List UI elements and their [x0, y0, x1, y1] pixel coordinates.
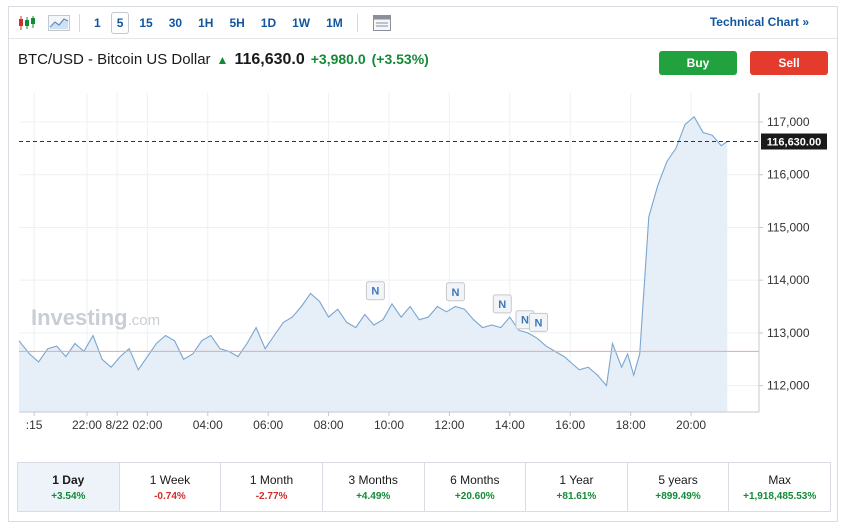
range-label: 3 Months — [348, 472, 398, 487]
timeframe-1w[interactable]: 1W — [286, 12, 316, 34]
x-tick-label: :15 — [26, 418, 43, 432]
timeframe-1m[interactable]: 1 — [88, 12, 107, 34]
range-6-months[interactable]: 6 Months +20.60% — [425, 463, 527, 511]
range-label: 6 Months — [450, 472, 500, 487]
news-marker: N — [365, 281, 385, 301]
range-1-day[interactable]: 1 Day +3.54% — [18, 463, 120, 511]
range-label: 1 Week — [149, 472, 191, 487]
range-1-month[interactable]: 1 Month -2.77% — [221, 463, 323, 511]
range-change: +4.49% — [356, 490, 391, 502]
range-label: Max — [768, 472, 792, 487]
x-tick-label: 18:00 — [616, 418, 646, 432]
x-tick-label: 14:00 — [495, 418, 525, 432]
candlestick-chart-icon[interactable] — [13, 11, 41, 35]
watermark: Investing.com — [31, 305, 160, 330]
chart-widget: 1 5 15 30 1H 5H 1D 1W 1M Technical Chart… — [8, 6, 838, 522]
news-marker: N — [529, 312, 549, 332]
price-chart-svg[interactable]: Investing.com N NNN N 116,630.00112,000113… — [9, 85, 837, 445]
news-marker-label: N — [371, 286, 379, 298]
range-3-months[interactable]: 3 Months +4.49% — [323, 463, 425, 511]
range-change: +20.60% — [454, 490, 495, 502]
range-change: -0.74% — [154, 490, 186, 502]
timeframe-1mo[interactable]: 1M — [320, 12, 349, 34]
range-max[interactable]: Max +1,918,485.53% — [729, 463, 830, 511]
price-change: +3,980.0 — [310, 51, 366, 67]
area-chart-icon[interactable] — [45, 11, 73, 35]
quote-title: BTC/USD - Bitcoin US Dollar ▲ 116,630.0 … — [18, 51, 429, 69]
x-tick-label: 12:00 — [434, 418, 464, 432]
range-change: -2.77% — [255, 490, 288, 502]
y-tick-label: 112,000 — [767, 379, 810, 393]
x-tick-label: 04:00 — [193, 418, 223, 432]
range-label: 5 years — [658, 472, 698, 487]
timeframe-1d[interactable]: 1D — [255, 12, 282, 34]
watermark-suffix: .com — [128, 312, 161, 329]
current-price-label: 116,630.00 — [767, 137, 821, 149]
sell-button[interactable]: Sell — [750, 51, 828, 75]
x-tick-label: 22:00 — [72, 418, 102, 432]
toolbar-divider — [79, 13, 80, 32]
timeframe-1h[interactable]: 1H — [192, 12, 219, 34]
price-chart[interactable]: Investing.com NNNNN 116,630.00 112,000 113… — [9, 85, 837, 445]
timeframe-5h[interactable]: 5H — [223, 12, 250, 34]
y-tick-label: 115,000 — [767, 220, 810, 234]
range-change: +899.49% — [655, 490, 701, 502]
range-change: +81.61% — [556, 490, 597, 502]
range-label: 1 Day — [52, 472, 85, 487]
last-price: 116,630.0 — [234, 51, 305, 68]
price-change-percent: (+3.53%) — [371, 51, 429, 67]
watermark-brand: Investing — [31, 305, 128, 330]
quote-header: BTC/USD - Bitcoin US Dollar ▲ 116,630.0 … — [9, 40, 837, 84]
range-change: +1,918,485.53% — [743, 490, 817, 502]
y-tick-label: 116,000 — [767, 168, 810, 182]
price-area-fill — [19, 116, 728, 412]
range-selector: 1 Day +3.54% 1 Week -0.74% 1 Month -2.77… — [17, 462, 831, 512]
toolbar-divider — [356, 13, 358, 32]
technical-chart-link[interactable]: Technical Chart » — [710, 15, 809, 29]
range-1-week[interactable]: 1 Week -0.74% — [120, 463, 222, 511]
range-label: 1 Month — [249, 472, 294, 487]
y-tick-label: 113,000 — [767, 326, 810, 340]
news-marker: N — [445, 282, 465, 302]
x-tick-label: 08:00 — [314, 418, 344, 432]
y-tick-label: 117,000 — [767, 115, 810, 129]
news-marker: N — [492, 294, 512, 314]
x-tick-label: 16:00 — [555, 418, 585, 432]
timeframe-30m[interactable]: 30 — [163, 12, 188, 34]
instrument-name: BTC/USD - Bitcoin US Dollar — [18, 51, 211, 68]
timeframe-5m[interactable]: 5 — [110, 11, 130, 34]
x-tick-label: 06:00 — [253, 418, 283, 432]
range-label: 1 Year — [559, 472, 594, 487]
x-tick-label: 10:00 — [374, 418, 404, 432]
timeframe-15m[interactable]: 15 — [133, 12, 158, 34]
news-marker-label: N — [498, 299, 506, 311]
news-marker-label: N — [451, 287, 459, 299]
up-arrow-icon: ▲ — [216, 53, 229, 67]
chart-settings-icon[interactable] — [368, 11, 396, 35]
news-marker-label: N — [535, 317, 543, 329]
range-change: +3.54% — [51, 490, 86, 502]
buy-button[interactable]: Buy — [659, 51, 737, 75]
range-5-years[interactable]: 5 years +899.49% — [628, 463, 730, 511]
x-tick-label: 20:00 — [676, 418, 706, 432]
x-tick-label: 8/22 — [105, 418, 129, 432]
x-tick-label: 02:00 — [132, 418, 162, 432]
y-tick-label: 114,000 — [767, 273, 810, 287]
range-1-year[interactable]: 1 Year +81.61% — [526, 463, 628, 511]
news-marker-label: N — [521, 315, 529, 327]
chart-toolbar: 1 5 15 30 1H 5H 1D 1W 1M Technical Chart… — [9, 7, 837, 39]
